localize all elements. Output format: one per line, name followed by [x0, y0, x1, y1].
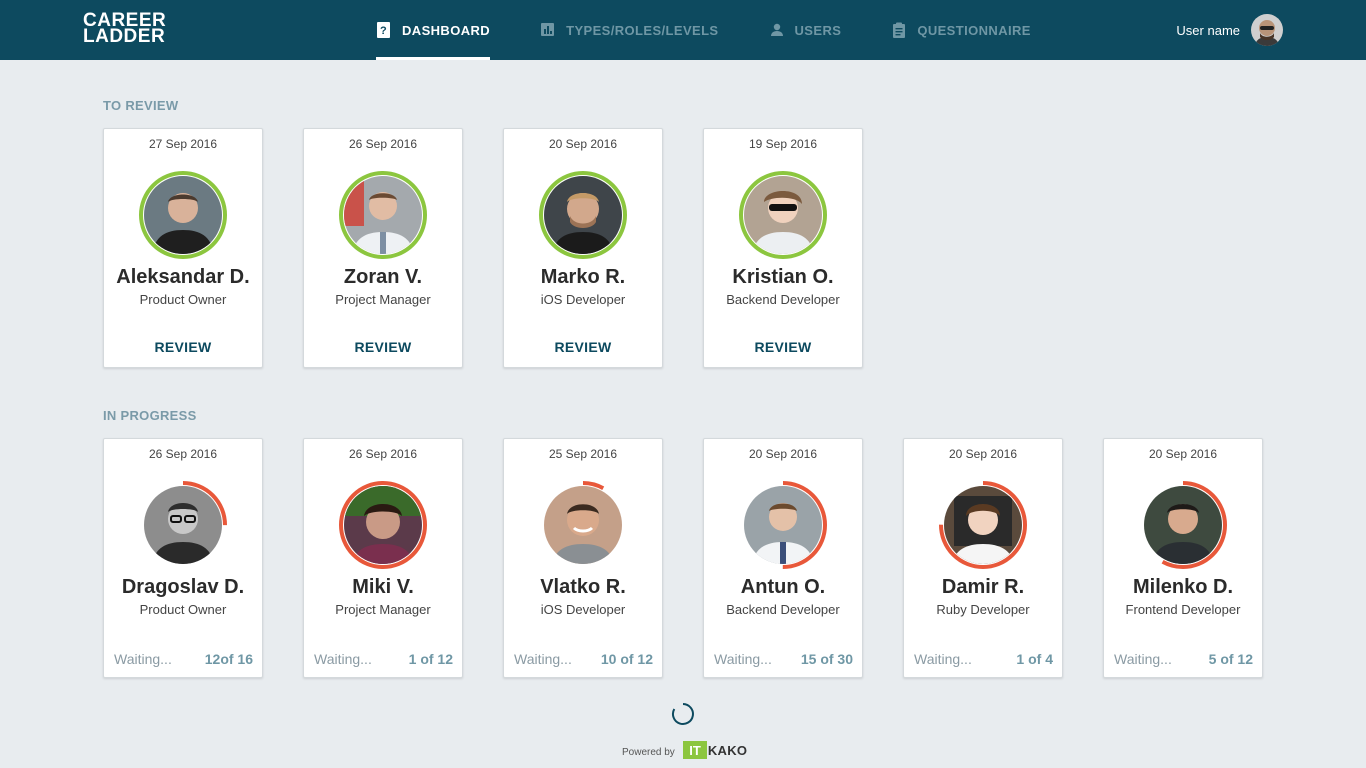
to-review-title: TO REVIEW — [103, 98, 179, 113]
progress-card: 20 Sep 2016 Damir R. Ruby Developer Wait… — [903, 438, 1063, 678]
progress-card: 25 Sep 2016 Vlatko R. iOS Developer Wait… — [503, 438, 663, 678]
progress-count: 15 of 30 — [800, 651, 853, 667]
card-date: 26 Sep 2016 — [348, 137, 418, 151]
user-name: User name — [1176, 22, 1240, 38]
card-role: iOS Developer — [540, 292, 626, 307]
card-role: Product Owner — [139, 292, 227, 307]
status-text: Waiting... — [314, 651, 372, 667]
user-menu[interactable]: User name — [1176, 14, 1283, 46]
status-text: Waiting... — [514, 651, 572, 667]
tab-users-label: USERS — [794, 22, 842, 38]
tab-dashboard[interactable]: ? DASHBOARD — [376, 0, 491, 60]
avatar[interactable] — [1251, 14, 1283, 46]
footer: Powered by IT KAKO — [622, 740, 747, 760]
bar-chart-icon — [540, 22, 556, 38]
review-card: 20 Sep 2016 Marko R. iOS Developer REVIE… — [503, 128, 663, 368]
avatar — [744, 176, 822, 254]
review-button[interactable]: REVIEW — [104, 339, 262, 355]
card-name: Zoran V. — [343, 266, 423, 288]
avatar — [344, 176, 422, 254]
status-text: Waiting... — [714, 651, 772, 667]
progress-count: 1 of 12 — [408, 651, 453, 667]
card-name: Aleksandar D. — [116, 266, 250, 288]
card-date: 19 Sep 2016 — [748, 137, 818, 151]
card-date: 20 Sep 2016 — [1148, 447, 1218, 461]
card-name: Antun O. — [740, 576, 826, 598]
card-role: Project Manager — [335, 602, 431, 617]
card-date: 20 Sep 2016 — [548, 137, 618, 151]
powered-by-text: Powered by — [622, 747, 675, 758]
review-button[interactable]: REVIEW — [704, 339, 862, 355]
progress-count: 5 of 12 — [1208, 651, 1253, 667]
progress-card: 26 Sep 2016 Dragoslav D. Product Owner W… — [103, 438, 263, 678]
progress-card: 26 Sep 2016 Miki V. Project Manager Wait… — [303, 438, 463, 678]
in-progress-title: IN PROGRESS — [103, 408, 197, 423]
tab-users[interactable]: USERS — [769, 0, 842, 60]
review-card: 26 Sep 2016 Zoran V. Project Manager REV… — [303, 128, 463, 368]
card-date: 20 Sep 2016 — [748, 447, 818, 461]
tab-types-roles-levels-label: TYPES/ROLES/LEVELS — [566, 22, 719, 38]
card-role: Product Owner — [139, 602, 227, 617]
review-card: 19 Sep 2016 Kristian O. Backend Develope… — [703, 128, 863, 368]
card-role: Project Manager — [335, 292, 431, 307]
review-button[interactable]: REVIEW — [304, 339, 462, 355]
review-card: 27 Sep 2016 Aleksandar D. Product Owner … — [103, 128, 263, 368]
card-role: Frontend Developer — [1125, 602, 1241, 617]
tab-questionnaire-label: QUESTIONNAIRE — [917, 22, 1031, 38]
avatar — [144, 486, 222, 564]
card-name: Damir R. — [941, 576, 1025, 598]
card-date: 26 Sep 2016 — [348, 447, 418, 461]
progress-count: 1 of 4 — [1016, 651, 1053, 667]
brand-name: KAKO — [707, 742, 748, 758]
card-role: iOS Developer — [540, 602, 626, 617]
card-date: 25 Sep 2016 — [548, 447, 618, 461]
status-text: Waiting... — [914, 651, 972, 667]
tab-dashboard-label: DASHBOARD — [402, 22, 491, 38]
card-role: Backend Developer — [726, 292, 840, 307]
logo-line-2: LADDER — [83, 26, 166, 47]
avatar — [144, 176, 222, 254]
card-name: Marko R. — [540, 266, 626, 288]
status-text: Waiting... — [1114, 651, 1172, 667]
card-date: 26 Sep 2016 — [148, 447, 218, 461]
tab-types-roles-levels[interactable]: TYPES/ROLES/LEVELS — [540, 0, 718, 60]
card-name: Kristian O. — [732, 266, 834, 288]
avatar — [544, 486, 622, 564]
main-nav: ? DASHBOARD TYPES/ROLES/LEVELS USERS QUE… — [376, 0, 1031, 60]
svg-text:?: ? — [380, 25, 387, 37]
avatar — [544, 176, 622, 254]
avatar — [344, 486, 422, 564]
top-bar: CAREER LADDER ? DASHBOARD TYPES/ROLES/LE… — [0, 0, 1366, 60]
question-icon: ? — [376, 22, 392, 38]
progress-count: 12of 16 — [204, 651, 253, 667]
avatar — [744, 486, 822, 564]
loading-spinner-icon — [671, 703, 694, 725]
review-button[interactable]: REVIEW — [504, 339, 662, 355]
svg-text:IT: IT — [689, 743, 701, 758]
tab-questionnaire[interactable]: QUESTIONNAIRE — [891, 0, 1031, 60]
card-name: Vlatko R. — [540, 576, 626, 598]
brand-logo[interactable]: IT KAKO — [682, 741, 748, 759]
status-text: Waiting... — [114, 651, 172, 667]
clipboard-icon — [891, 22, 907, 38]
progress-count: 10 of 12 — [600, 651, 653, 667]
card-name: Dragoslav D. — [121, 576, 245, 598]
person-icon — [769, 22, 785, 38]
progress-card: 20 Sep 2016 Antun O. Backend Developer W… — [703, 438, 863, 678]
card-name: Miki V. — [352, 576, 414, 598]
progress-card: 20 Sep 2016 Milenko D. Frontend Develope… — [1103, 438, 1263, 678]
avatar — [1144, 486, 1222, 564]
app-logo[interactable]: CAREER LADDER — [83, 11, 166, 47]
avatar — [944, 486, 1022, 564]
card-name: Milenko D. — [1132, 576, 1233, 598]
card-date: 27 Sep 2016 — [148, 137, 218, 151]
brand-mark-icon: IT — [682, 741, 707, 759]
card-date: 20 Sep 2016 — [948, 447, 1018, 461]
card-role: Backend Developer — [726, 602, 840, 617]
card-role: Ruby Developer — [936, 602, 1030, 617]
